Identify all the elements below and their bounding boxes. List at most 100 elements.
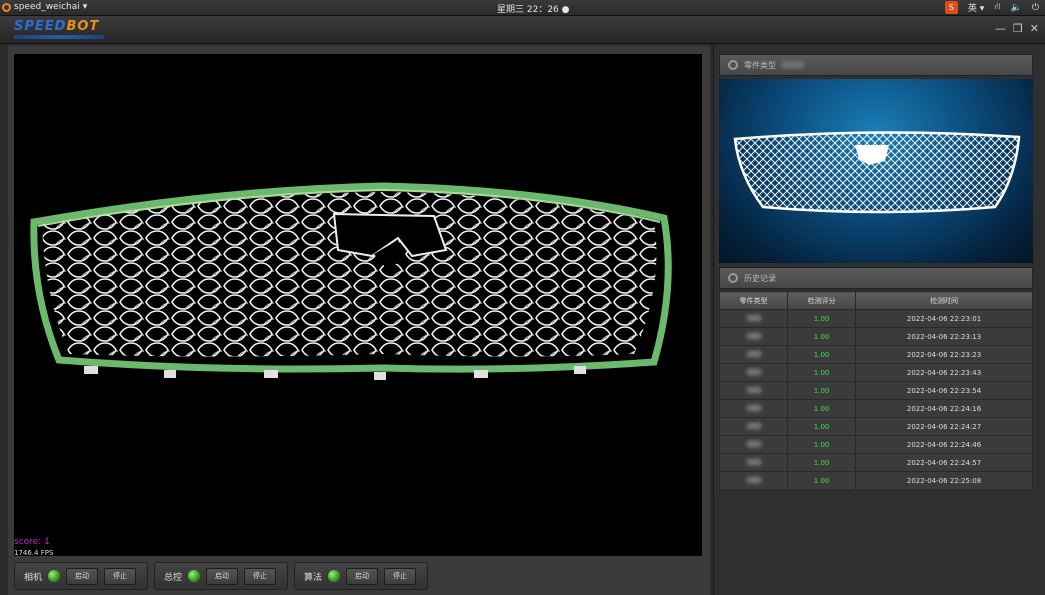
camera-stop-button[interactable]: 停止 bbox=[104, 567, 137, 585]
score-cell: 1.00 bbox=[787, 453, 857, 472]
dot-icon: ● bbox=[561, 5, 570, 15]
table-row[interactable]: 1.00 2022-04-06 22:24:57 bbox=[718, 453, 1033, 472]
app-name: speed_weichai bbox=[14, 2, 80, 12]
history-header: 历史记录 bbox=[719, 267, 1033, 289]
network-icon[interactable]: ⛙ bbox=[994, 2, 1000, 13]
table-header-row: 零件类型 检测评分 检测时间 bbox=[718, 291, 1033, 310]
part-preview-image bbox=[719, 79, 1033, 263]
close-icon[interactable]: ✕ bbox=[1030, 22, 1039, 35]
part-type-redacted bbox=[746, 350, 761, 357]
table-row[interactable]: 1.00 2022-04-06 22:23:43 bbox=[718, 363, 1033, 382]
time-cell: 2022-04-06 22:24:57 bbox=[855, 453, 1033, 472]
time-cell: 2022-04-06 22:24:16 bbox=[855, 399, 1033, 418]
master-control: 总控 启动 停止 bbox=[154, 562, 288, 590]
chevron-down-icon: ▾ bbox=[82, 2, 88, 12]
camera-control: 相机 启动 停止 bbox=[14, 562, 148, 590]
algorithm-start-button[interactable]: 启动 bbox=[346, 567, 379, 585]
part-type-cell bbox=[718, 435, 789, 454]
gear-icon bbox=[728, 273, 738, 283]
column-header[interactable]: 零件类型 bbox=[718, 291, 789, 310]
master-stop-button[interactable]: 停止 bbox=[244, 567, 277, 585]
clock[interactable]: 星期三 22：26 ● bbox=[497, 2, 570, 15]
score-cell: 1.00 bbox=[787, 417, 857, 436]
part-type-title: 零件类型 bbox=[744, 60, 776, 70]
camera-start-button[interactable]: 启动 bbox=[66, 567, 99, 585]
status-led-icon bbox=[48, 570, 61, 582]
part-type-redacted bbox=[746, 440, 761, 447]
column-header[interactable]: 检测时间 bbox=[855, 291, 1033, 310]
gear-icon bbox=[728, 60, 738, 70]
part-type-redacted bbox=[746, 368, 761, 375]
tray-app-icon[interactable]: S bbox=[944, 1, 958, 14]
time-cell: 2022-04-06 22:23:54 bbox=[855, 381, 1033, 400]
part-type-redacted bbox=[746, 422, 761, 429]
table-row[interactable]: 1.00 2022-04-06 22:24:27 bbox=[718, 417, 1033, 436]
time-cell: 2022-04-06 22:24:46 bbox=[855, 435, 1033, 454]
minimize-icon[interactable]: — bbox=[995, 22, 1006, 35]
system-tray: S 英 ▾ ⛙ 🔈 ⏻ bbox=[944, 1, 1039, 14]
input-method[interactable]: 英 ▾ bbox=[968, 1, 984, 14]
fps-readout: 1746.4 FPS bbox=[14, 549, 54, 557]
history-table: 零件类型 检测评分 检测时间 1.00 2022-04-06 22:23:01 1.… bbox=[718, 291, 1033, 490]
master-start-button[interactable]: 启动 bbox=[206, 567, 239, 585]
status-led-icon bbox=[188, 570, 201, 582]
part-type-value-redacted bbox=[782, 62, 804, 68]
app-root: speed_weichai ▾ 星期三 22：26 ● S 英 ▾ ⛙ 🔈 ⏻ … bbox=[0, 0, 1045, 595]
brand-logo: SPEEDBOT bbox=[14, 19, 99, 34]
window-controls: — ❐ ✕ bbox=[995, 22, 1039, 35]
control-label: 相机 bbox=[24, 572, 43, 583]
column-header[interactable]: 检测评分 bbox=[787, 291, 857, 310]
clock-text: 星期三 22：26 bbox=[497, 5, 559, 15]
history-title: 历史记录 bbox=[744, 273, 776, 283]
score-cell: 1.00 bbox=[787, 381, 857, 400]
logo-part-b: BOT bbox=[66, 19, 100, 34]
table-row[interactable]: 1.00 2022-04-06 22:23:01 bbox=[718, 309, 1033, 328]
control-label: 算法 bbox=[304, 572, 323, 583]
time-cell: 2022-04-06 22:23:23 bbox=[855, 345, 1033, 364]
time-cell: 2022-04-06 22:24:27 bbox=[855, 417, 1033, 436]
score-cell: 1.00 bbox=[787, 345, 857, 364]
part-type-cell bbox=[718, 309, 789, 328]
score-readout: score: 1 bbox=[14, 537, 50, 547]
control-bar: 相机 启动 停止 总控 启动 停止 算法 启动 停止 bbox=[14, 562, 702, 593]
part-type-redacted bbox=[746, 314, 761, 321]
part-type-cell bbox=[718, 399, 789, 418]
app-icon bbox=[2, 2, 11, 12]
point-cloud-viewer[interactable] bbox=[14, 54, 702, 556]
part-type-cell bbox=[718, 417, 789, 436]
score-cell: 1.00 bbox=[787, 399, 857, 418]
score-cell: 1.00 bbox=[787, 309, 857, 328]
part-type-cell bbox=[718, 381, 789, 400]
part-type-redacted bbox=[746, 458, 761, 465]
score-cell: 1.00 bbox=[787, 471, 857, 490]
control-label: 总控 bbox=[164, 572, 183, 583]
table-row[interactable]: 1.00 2022-04-06 22:23:13 bbox=[718, 327, 1033, 346]
part-type-redacted bbox=[746, 386, 761, 393]
grille-point-cloud bbox=[30, 182, 672, 380]
restore-icon[interactable]: ❐ bbox=[1013, 22, 1023, 35]
time-cell: 2022-04-06 22:23:13 bbox=[855, 327, 1033, 346]
logo-part-a: SPEED bbox=[14, 19, 67, 34]
app-title-bar: SPEEDBOT — ❐ ✕ bbox=[0, 16, 1045, 44]
volume-icon[interactable]: 🔈 bbox=[1011, 3, 1022, 13]
score-cell: 1.00 bbox=[787, 327, 857, 346]
input-method-label: 英 bbox=[967, 4, 977, 14]
table-row[interactable]: 1.00 2022-04-06 22:24:46 bbox=[718, 435, 1033, 454]
time-cell: 2022-04-06 22:23:01 bbox=[855, 309, 1033, 328]
logo-underline bbox=[14, 35, 104, 39]
part-type-cell bbox=[718, 363, 789, 382]
table-row[interactable]: 1.00 2022-04-06 22:23:23 bbox=[718, 345, 1033, 364]
app-menu[interactable]: speed_weichai ▾ bbox=[2, 2, 87, 12]
table-row[interactable]: 1.00 2022-04-06 22:25:08 bbox=[718, 471, 1033, 490]
power-icon[interactable]: ⏻ bbox=[1032, 3, 1039, 13]
part-type-cell bbox=[718, 471, 789, 490]
part-type-cell bbox=[718, 327, 789, 346]
table-row[interactable]: 1.00 2022-04-06 22:23:54 bbox=[718, 381, 1033, 400]
time-cell: 2022-04-06 22:23:43 bbox=[855, 363, 1033, 382]
algorithm-stop-button[interactable]: 停止 bbox=[384, 567, 417, 585]
part-type-redacted bbox=[746, 404, 761, 411]
score-cell: 1.00 bbox=[787, 435, 857, 454]
part-type-header: 零件类型 bbox=[719, 54, 1033, 76]
table-row[interactable]: 1.00 2022-04-06 22:24:16 bbox=[718, 399, 1033, 418]
system-top-bar: speed_weichai ▾ 星期三 22：26 ● S 英 ▾ ⛙ 🔈 ⏻ bbox=[0, 0, 1045, 16]
